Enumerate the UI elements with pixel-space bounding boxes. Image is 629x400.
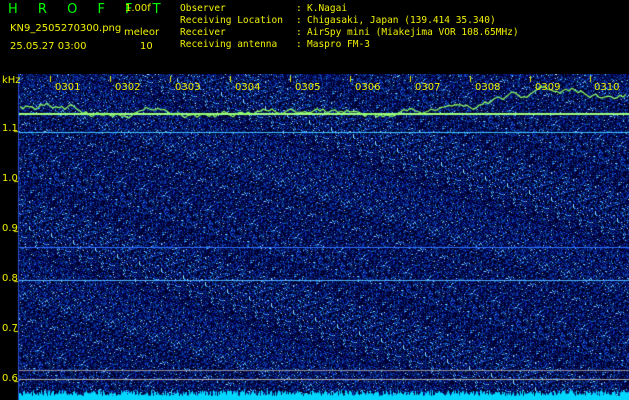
minute-label: 0305 <box>295 82 321 93</box>
y-tick-label: 0.6 <box>2 373 18 384</box>
observer-value: K.Nagai <box>307 3 348 14</box>
minute-label: 0308 <box>475 82 501 93</box>
antenna-label: Receiving antenna <box>180 39 278 50</box>
observer-label: Observer <box>180 3 226 14</box>
location-value: Chigasaki, Japan (139.414 35.340) <box>307 15 496 26</box>
receiver-label: Receiver <box>180 27 226 38</box>
y-tick-label: 1.0 <box>2 173 18 184</box>
datetime-label: 25.05.27 03:00 <box>10 41 87 52</box>
minute-label: 0309 <box>535 82 561 93</box>
minute-label: 0301 <box>55 82 81 93</box>
location-colon: : <box>296 15 302 26</box>
minute-label: 0307 <box>415 82 441 93</box>
minute-label: 0304 <box>235 82 261 93</box>
minute-label: 0303 <box>175 82 201 93</box>
y-tick-label: 1.1 <box>2 123 18 134</box>
y-tick-label: 0.7 <box>2 323 18 334</box>
receiver-value: AirSpy mini (Miakejima VOR 108.65MHz) <box>307 27 519 38</box>
header-panel: H R O F F T 1.00f KN9_2505270300.png mel… <box>0 0 629 74</box>
filename-label: KN9_2505270300.png <box>10 23 122 34</box>
minute-label: 0306 <box>355 82 381 93</box>
y-tick-label: 0.8 <box>2 273 18 284</box>
spectrogram-waterfall <box>0 74 629 400</box>
location-label: Receiving Location <box>180 15 283 26</box>
category-label: meleor <box>124 27 160 38</box>
count-label: 10 <box>140 41 153 52</box>
minute-label: 0310 <box>594 82 620 93</box>
axis-unit-label: kHz <box>2 75 21 86</box>
observer-colon: : <box>296 3 302 14</box>
y-tick-label: 0.9 <box>2 223 18 234</box>
antenna-colon: : <box>296 39 302 50</box>
minute-label: 0302 <box>115 82 141 93</box>
version-label: 1.00f <box>125 3 151 14</box>
receiver-colon: : <box>296 27 302 38</box>
antenna-value: Maspro FM-3 <box>307 39 370 50</box>
